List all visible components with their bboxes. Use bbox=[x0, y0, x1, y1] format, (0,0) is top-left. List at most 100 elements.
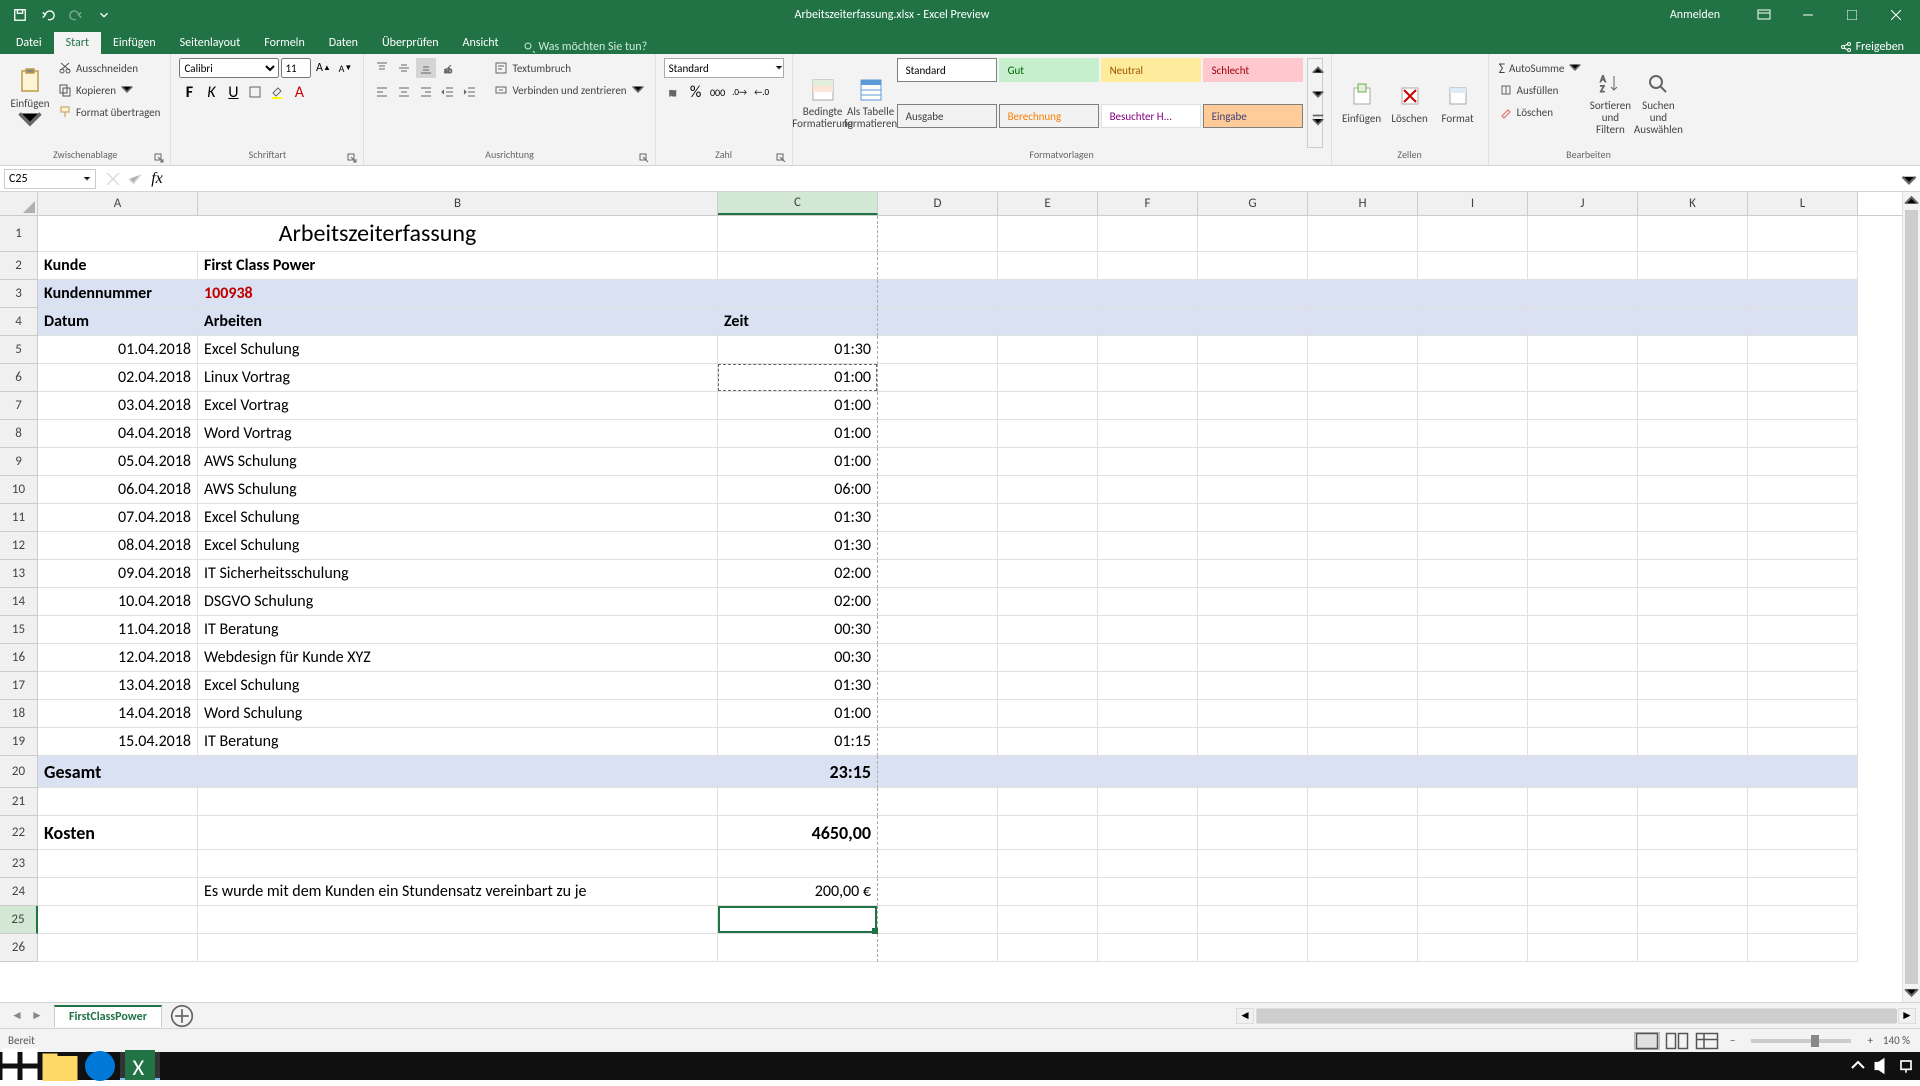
align-right-icon[interactable] bbox=[416, 82, 436, 102]
cell[interactable] bbox=[998, 560, 1098, 588]
minimize-button[interactable] bbox=[1788, 0, 1828, 30]
normal-view-button[interactable] bbox=[1634, 1032, 1660, 1050]
row-header-15[interactable]: 15 bbox=[0, 616, 38, 644]
cell[interactable] bbox=[878, 756, 998, 788]
cell[interactable] bbox=[878, 336, 998, 364]
cell[interactable] bbox=[998, 728, 1098, 756]
cell[interactable] bbox=[878, 816, 998, 850]
cell[interactable] bbox=[1098, 906, 1198, 934]
cell[interactable]: 11.04.2018 bbox=[38, 616, 198, 644]
cell[interactable] bbox=[1308, 788, 1418, 816]
scroll-up-button[interactable] bbox=[1903, 192, 1920, 210]
col-header-C[interactable]: C bbox=[718, 192, 878, 215]
cell[interactable] bbox=[878, 672, 998, 700]
tab-einfuegen[interactable]: Einfügen bbox=[101, 32, 168, 54]
cell[interactable] bbox=[1418, 756, 1528, 788]
cell-style-besuchterh[interactable]: Besuchter H... bbox=[1101, 104, 1201, 128]
wrap-text-button[interactable]: Textumbruch bbox=[492, 58, 646, 78]
cell[interactable] bbox=[1198, 476, 1308, 504]
cell-style-eingabe[interactable]: Eingabe bbox=[1203, 104, 1303, 128]
cell[interactable] bbox=[1418, 336, 1528, 364]
cell[interactable] bbox=[1198, 448, 1308, 476]
decrease-decimal-icon[interactable]: ←.0 bbox=[752, 82, 772, 102]
cell[interactable] bbox=[1638, 728, 1748, 756]
col-header-J[interactable]: J bbox=[1528, 192, 1638, 215]
col-header-B[interactable]: B bbox=[198, 192, 718, 215]
cell[interactable] bbox=[998, 788, 1098, 816]
worksheet-grid[interactable]: ABCDEFGHIJKL 123456789101112131415161718… bbox=[0, 192, 1920, 1002]
bold-button[interactable]: F bbox=[179, 82, 199, 102]
cell[interactable] bbox=[1418, 308, 1528, 336]
cell[interactable] bbox=[878, 476, 998, 504]
cell[interactable] bbox=[1748, 560, 1858, 588]
cell[interactable] bbox=[998, 420, 1098, 448]
cell[interactable] bbox=[1198, 756, 1308, 788]
percent-format-icon[interactable]: % bbox=[686, 82, 706, 102]
cell[interactable] bbox=[1748, 448, 1858, 476]
row-header-20[interactable]: 20 bbox=[0, 756, 38, 788]
scroll-down-button[interactable] bbox=[1903, 984, 1920, 1002]
cell[interactable]: AWS Schulung bbox=[198, 476, 718, 504]
cell-style-standard[interactable]: Standard bbox=[897, 58, 997, 82]
cell[interactable] bbox=[1098, 644, 1198, 672]
styles-scroll-up[interactable] bbox=[1308, 59, 1328, 83]
autosum-button[interactable]: ΣAutoSumme bbox=[1497, 58, 1585, 78]
cell[interactable] bbox=[1308, 448, 1418, 476]
cell[interactable] bbox=[998, 672, 1098, 700]
cell[interactable] bbox=[1308, 392, 1418, 420]
cell[interactable] bbox=[1098, 616, 1198, 644]
cell[interactable] bbox=[1748, 850, 1858, 878]
cell[interactable] bbox=[1638, 308, 1748, 336]
cell[interactable] bbox=[1308, 280, 1418, 308]
align-top-icon[interactable] bbox=[372, 58, 392, 78]
row-header-21[interactable]: 21 bbox=[0, 788, 38, 816]
cell[interactable] bbox=[1528, 728, 1638, 756]
cell[interactable] bbox=[1308, 216, 1418, 252]
row-header-10[interactable]: 10 bbox=[0, 476, 38, 504]
cell[interactable] bbox=[998, 280, 1098, 308]
cell[interactable] bbox=[1528, 392, 1638, 420]
cell[interactable]: 12.04.2018 bbox=[38, 644, 198, 672]
cell[interactable] bbox=[1098, 476, 1198, 504]
cell[interactable] bbox=[1418, 560, 1528, 588]
cell[interactable] bbox=[1418, 364, 1528, 392]
cell[interactable] bbox=[1638, 476, 1748, 504]
cell[interactable] bbox=[1098, 308, 1198, 336]
cell[interactable] bbox=[1098, 756, 1198, 788]
increase-decimal-icon[interactable]: .0→ bbox=[730, 82, 750, 102]
cell[interactable]: 200,00 € bbox=[718, 878, 878, 906]
cell[interactable] bbox=[1418, 216, 1528, 252]
cell-style-ausgabe[interactable]: Ausgabe bbox=[897, 104, 997, 128]
cell-style-berechnung[interactable]: Berechnung bbox=[999, 104, 1099, 128]
add-sheet-button[interactable] bbox=[170, 1004, 194, 1028]
cell[interactable] bbox=[1098, 728, 1198, 756]
row-header-16[interactable]: 16 bbox=[0, 644, 38, 672]
cell[interactable] bbox=[1748, 728, 1858, 756]
share-button[interactable]: Freigeben bbox=[1840, 40, 1904, 54]
row-header-17[interactable]: 17 bbox=[0, 672, 38, 700]
row-header-18[interactable]: 18 bbox=[0, 700, 38, 728]
cell[interactable]: 14.04.2018 bbox=[38, 700, 198, 728]
cell[interactable]: 07.04.2018 bbox=[38, 504, 198, 532]
cell[interactable] bbox=[38, 788, 198, 816]
cell[interactable]: 09.04.2018 bbox=[38, 560, 198, 588]
cell[interactable] bbox=[1638, 364, 1748, 392]
cell[interactable] bbox=[198, 816, 718, 850]
cell[interactable] bbox=[878, 364, 998, 392]
cell[interactable] bbox=[1748, 280, 1858, 308]
alignment-launcher[interactable] bbox=[639, 149, 653, 163]
cell[interactable] bbox=[1638, 504, 1748, 532]
h-scroll-track[interactable] bbox=[1256, 1008, 1896, 1024]
cell[interactable] bbox=[878, 280, 998, 308]
cell[interactable] bbox=[1638, 392, 1748, 420]
cell[interactable] bbox=[1418, 700, 1528, 728]
cell[interactable] bbox=[998, 756, 1098, 788]
paste-button[interactable]: Einfügen bbox=[8, 58, 52, 148]
cell[interactable] bbox=[1098, 504, 1198, 532]
cell[interactable] bbox=[1748, 756, 1858, 788]
enter-formula-icon[interactable] bbox=[126, 170, 144, 188]
tab-start[interactable]: Start bbox=[54, 32, 101, 54]
expand-formula-bar[interactable] bbox=[1898, 168, 1920, 190]
col-header-F[interactable]: F bbox=[1098, 192, 1198, 215]
cell[interactable]: Zeit bbox=[718, 308, 878, 336]
